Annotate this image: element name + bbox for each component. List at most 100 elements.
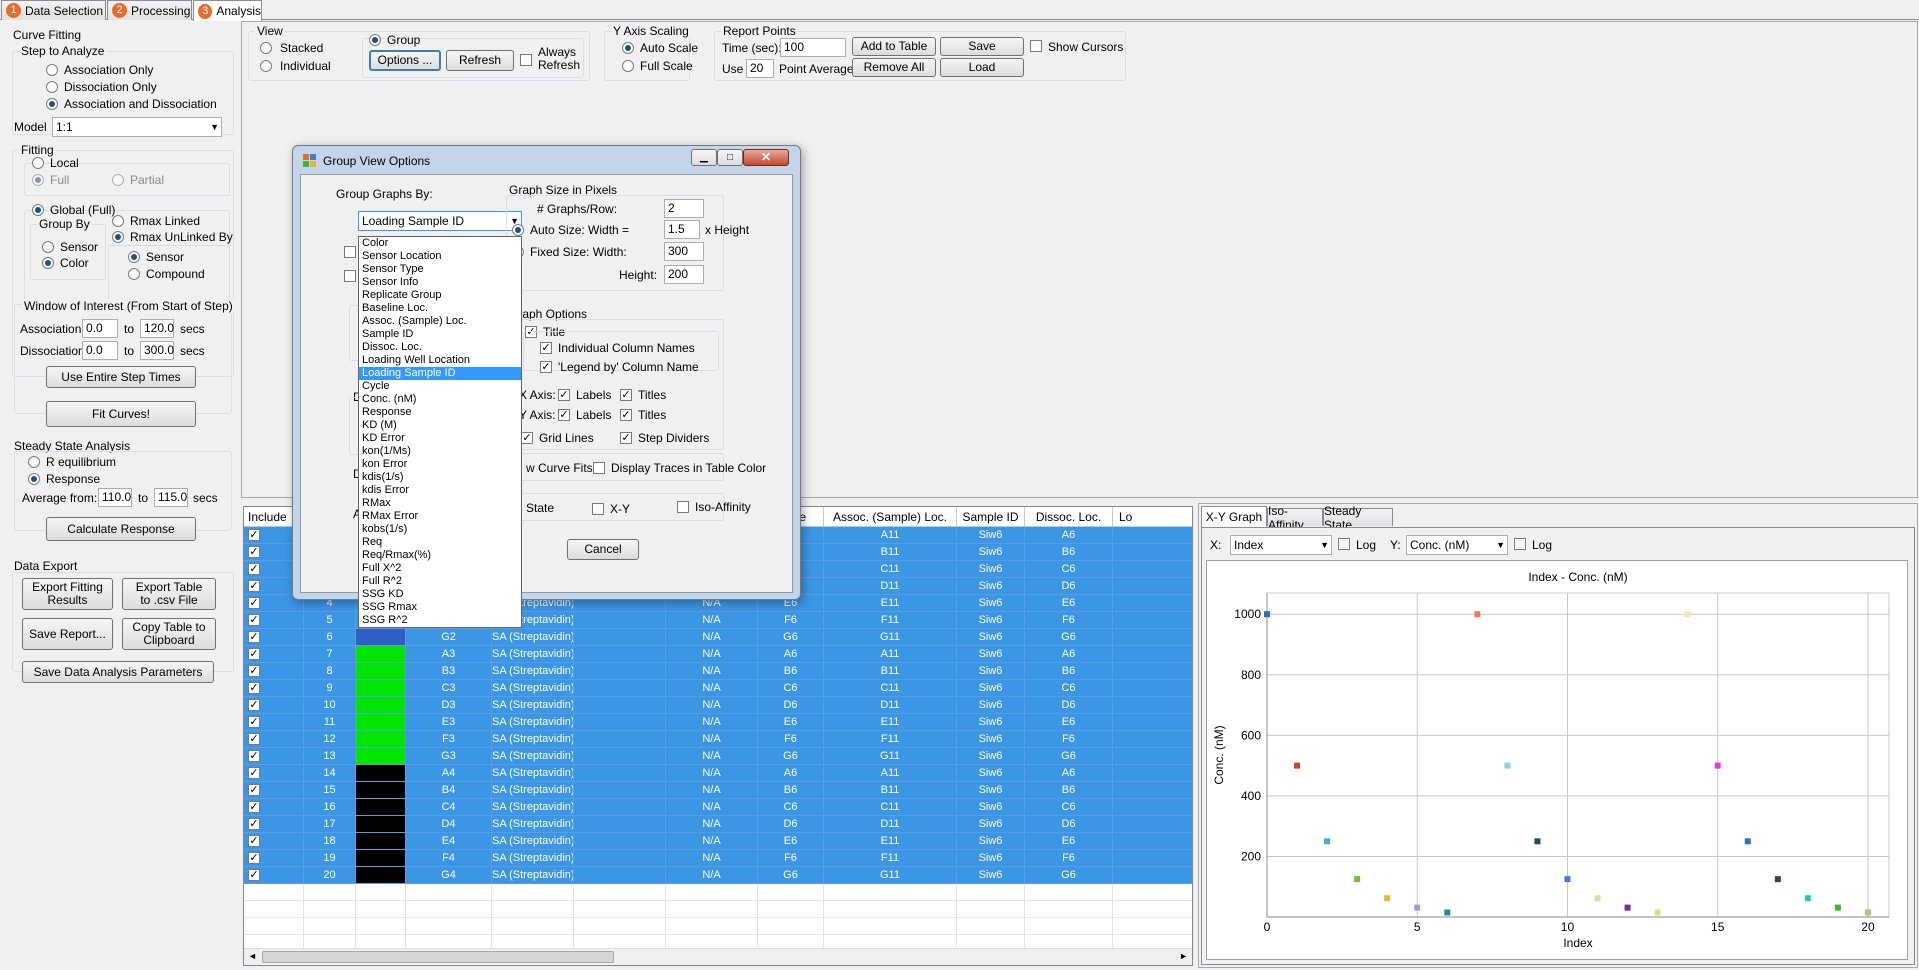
include-checkbox[interactable]: ✓	[248, 750, 260, 762]
association-from-input[interactable]: 0.0	[82, 319, 118, 338]
grid-lines-checkbox[interactable]: ✓	[521, 432, 533, 444]
minimize-button[interactable]: ▁	[691, 149, 717, 166]
table-row[interactable]: 18 E4 SA (Streptavidin) N/A E6 E11 Siw6 E6 ✓	[244, 833, 1192, 850]
radio-stacked[interactable]	[260, 42, 272, 54]
include-checkbox[interactable]: ✓	[248, 852, 260, 864]
hidden-option-checkbox-2[interactable]	[344, 270, 356, 282]
radio-rmax-linked[interactable]	[112, 215, 124, 227]
display-traces-checkbox[interactable]	[593, 462, 605, 474]
x-titles-checkbox[interactable]: ✓	[620, 389, 632, 401]
include-checkbox[interactable]: ✓	[248, 631, 260, 643]
y-axis-select[interactable]: Conc. (nM) ▼	[1406, 535, 1508, 555]
table-row[interactable]: 11 E3 SA (Streptavidin) N/A E6 E11 Siw6 E6 ✓	[244, 714, 1192, 731]
include-checkbox[interactable]: ✓	[248, 580, 260, 592]
dropdown-option[interactable]: kdis(1/s)	[359, 471, 521, 484]
group-graphs-by-select[interactable]: Loading Sample ID ▼	[358, 211, 522, 231]
radio-r-equilibrium[interactable]	[28, 456, 40, 468]
dropdown-option[interactable]: kon(1/Ms)	[359, 445, 521, 458]
options-button[interactable]: Options ...	[369, 50, 441, 71]
dropdown-option[interactable]: Sample ID	[359, 328, 521, 341]
legend-by-column-checkbox[interactable]: ✓	[540, 361, 552, 373]
y-log-checkbox[interactable]	[1514, 538, 1526, 550]
include-checkbox[interactable]: ✓	[248, 563, 260, 575]
export-table-csv-button[interactable]: Export Table to .csv File	[122, 578, 216, 610]
radio-unlinked-sensor[interactable]	[128, 251, 140, 263]
x-log-checkbox[interactable]	[1338, 538, 1350, 550]
model-select[interactable]: 1:1 ▼	[52, 117, 222, 137]
association-to-input[interactable]: 120.0	[140, 319, 174, 338]
include-checkbox[interactable]: ✓	[248, 801, 260, 813]
include-checkbox[interactable]: ✓	[248, 835, 260, 847]
include-checkbox[interactable]: ✓	[248, 665, 260, 677]
include-checkbox[interactable]: ✓	[248, 546, 260, 558]
dropdown-option[interactable]: Conc. (nM)	[359, 393, 521, 406]
column-header-sample-id[interactable]: Sample ID	[957, 507, 1025, 527]
table-row[interactable]: 16 C4 SA (Streptavidin) N/A C6 C11 Siw6 C6 ✓	[244, 799, 1192, 816]
radio-auto-scale[interactable]	[622, 42, 634, 54]
export-fitting-results-button[interactable]: Export Fitting Results	[22, 578, 113, 610]
add-to-table-button[interactable]: Add to Table	[852, 37, 936, 56]
tab-data-selection[interactable]: 1 Data Selection	[1, 0, 106, 20]
radio-global-full[interactable]	[32, 204, 44, 216]
table-row[interactable]: 10 D3 SA (Streptavidin) N/A D6 D11 Siw6 D6 ✓	[244, 697, 1192, 714]
dropdown-option[interactable]: Response	[359, 406, 521, 419]
save-button[interactable]: Save	[940, 37, 1024, 56]
include-checkbox[interactable]: ✓	[248, 682, 260, 694]
dropdown-option[interactable]: SSG KD	[359, 588, 521, 601]
include-checkbox[interactable]: ✓	[248, 597, 260, 609]
dissociation-to-input[interactable]: 300.0	[140, 341, 174, 360]
save-report-button[interactable]: Save Report...	[22, 618, 113, 650]
radio-association-only[interactable]	[46, 64, 58, 76]
radio-full-scale[interactable]	[622, 60, 634, 72]
step-dividers-checkbox[interactable]: ✓	[620, 432, 632, 444]
radio-dissociation-only[interactable]	[46, 81, 58, 93]
graphs-per-row-input[interactable]: 2	[664, 199, 704, 218]
tab-iso-affinity[interactable]: Iso-Affinity	[1267, 504, 1323, 532]
dissociation-from-input[interactable]: 0.0	[82, 341, 118, 360]
radio-individual[interactable]	[260, 60, 272, 72]
dropdown-option[interactable]: kon Error	[359, 458, 521, 471]
table-row[interactable]: 15 B4 SA (Streptavidin) N/A B6 B11 Siw6 B6 ✓	[244, 782, 1192, 799]
scrollbar-thumb[interactable]	[262, 951, 614, 963]
xy-checkbox[interactable]	[592, 503, 604, 515]
dropdown-option[interactable]: Dissoc. Loc.	[359, 341, 521, 354]
height-input[interactable]: 200	[664, 265, 704, 284]
y-labels-checkbox[interactable]: ✓	[558, 409, 570, 421]
radio-group-by-sensor[interactable]	[42, 241, 54, 253]
point-average-input[interactable]: 20	[746, 59, 774, 78]
table-row[interactable]: 7 A3 SA (Streptavidin) N/A A6 A11 Siw6 A6 ✓	[244, 646, 1192, 663]
horizontal-scrollbar[interactable]: ◄ ►	[244, 948, 1192, 965]
include-checkbox[interactable]: ✓	[248, 784, 260, 796]
show-cursors-checkbox[interactable]	[1030, 40, 1042, 52]
dropdown-option[interactable]: SSG R^2	[359, 614, 521, 627]
fit-curves-button[interactable]: Fit Curves!	[46, 401, 196, 427]
include-checkbox[interactable]: ✓	[248, 733, 260, 745]
include-checkbox[interactable]: ✓	[248, 648, 260, 660]
x-axis-select[interactable]: Index ▼	[1230, 535, 1332, 555]
dropdown-option[interactable]: Loading Sample ID	[359, 367, 521, 380]
scroll-left-icon[interactable]: ◄	[248, 951, 257, 961]
dropdown-option[interactable]: Assoc. (Sample) Loc.	[359, 315, 521, 328]
include-checkbox[interactable]: ✓	[248, 699, 260, 711]
table-row[interactable]: 8 B3 SA (Streptavidin) N/A B6 B11 Siw6 B6 ✓	[244, 663, 1192, 680]
include-checkbox[interactable]: ✓	[248, 716, 260, 728]
include-checkbox[interactable]: ✓	[248, 614, 260, 626]
save-data-analysis-parameters-button[interactable]: Save Data Analysis Parameters	[22, 661, 214, 683]
dropdown-option[interactable]: KD Error	[359, 432, 521, 445]
tab-analysis[interactable]: 3 Analysis	[193, 0, 262, 21]
dropdown-option[interactable]: RMax Error	[359, 510, 521, 523]
radio-assoc-and-dissoc[interactable]	[46, 98, 58, 110]
column-header-dissoc-loc[interactable]: Dissoc. Loc.	[1025, 507, 1113, 527]
dropdown-option[interactable]: Full R^2	[359, 575, 521, 588]
load-button[interactable]: Load	[940, 58, 1024, 77]
dropdown-option[interactable]: kobs(1/s)	[359, 523, 521, 536]
hidden-option-checkbox-1[interactable]	[344, 246, 356, 258]
include-checkbox[interactable]: ✓	[248, 869, 260, 881]
dropdown-option[interactable]: KD (M)	[359, 419, 521, 432]
dropdown-option[interactable]: Req	[359, 536, 521, 549]
group-graphs-by-dropdown-list[interactable]: Color Sensor Location Sensor Type Sensor In…	[358, 236, 522, 628]
radio-auto-size[interactable]	[512, 224, 524, 236]
radio-rmax-unlinked[interactable]	[112, 231, 124, 243]
fixed-width-input[interactable]: 300	[664, 242, 704, 261]
auto-size-width-input[interactable]: 1.5	[664, 220, 700, 239]
